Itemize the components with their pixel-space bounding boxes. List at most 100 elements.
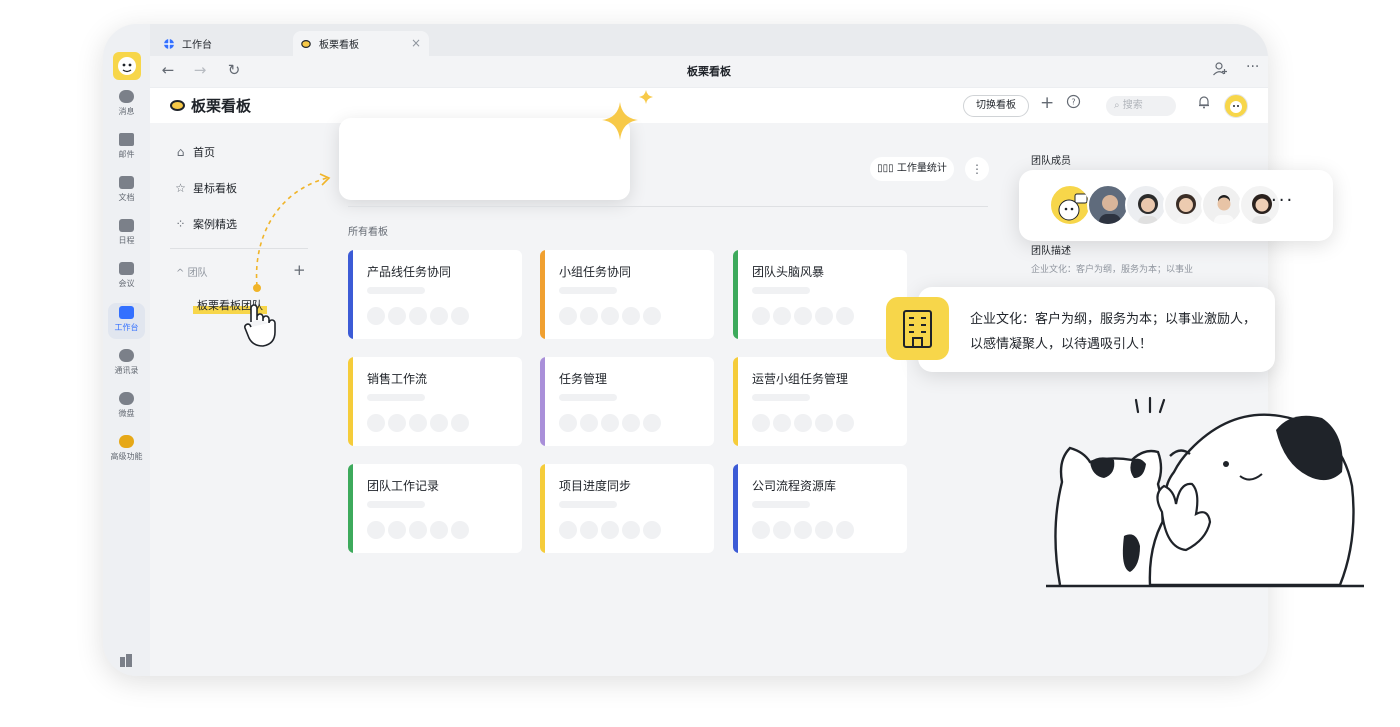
board-title: 产品线任务协同	[367, 265, 452, 279]
culture-card: 企业文化：客户为纲，服务为本；以事业激励人，以感情凝聚人，以待遇吸引人！	[918, 287, 1275, 372]
tab-board[interactable]: 板栗看板 ×	[293, 31, 429, 56]
board-color-bar	[733, 464, 738, 553]
placeholder-avatar	[559, 414, 577, 432]
workspace-icon	[119, 306, 134, 319]
workspace-icon	[164, 38, 174, 49]
chart-icon: ▯▯▯	[877, 163, 897, 174]
placeholder-avatar	[451, 414, 469, 432]
rail-item-meeting[interactable]: 会议	[103, 262, 150, 300]
rail-item-calendar[interactable]: 日程	[103, 219, 150, 257]
placeholder-avatar	[367, 521, 385, 539]
rail-item-workspace[interactable]: 工作台	[108, 303, 145, 339]
rail-label: 工作台	[114, 323, 139, 332]
rail-item-message[interactable]: 消息	[103, 90, 150, 128]
placeholder-avatar	[430, 307, 448, 325]
switch-board-button[interactable]: 切换看板	[963, 95, 1029, 117]
board-card[interactable]: 销售工作流	[348, 357, 522, 446]
search-input[interactable]: ⌕ 搜索	[1106, 96, 1176, 116]
placeholder-avatar	[409, 414, 427, 432]
board-card[interactable]: 产品线任务协同	[348, 250, 522, 339]
rail-item-docs[interactable]: 文档	[103, 176, 150, 214]
placeholder-avatar	[601, 307, 619, 325]
board-color-bar	[540, 464, 545, 553]
chevron-up-icon: ^	[176, 268, 188, 279]
board-title: 团队头脑风暴	[752, 265, 825, 279]
sidebar-item-cases[interactable]: ⁘ 案例精选	[174, 216, 237, 232]
board-color-bar	[540, 250, 545, 339]
avatar[interactable]	[1201, 184, 1243, 226]
rail-label: 微盘	[118, 409, 135, 418]
more-options-button[interactable]: ⋮	[965, 157, 989, 181]
board-card[interactable]: 公司流程资源库	[733, 464, 907, 553]
placeholder-avatar	[773, 521, 791, 539]
rail-item-premium[interactable]: 高级功能	[103, 435, 150, 473]
board-title: 销售工作流	[367, 372, 428, 386]
rail-item-contacts[interactable]: 通讯录	[103, 349, 150, 387]
placeholder-avatar	[752, 414, 770, 432]
more-icon[interactable]: ···	[1246, 59, 1259, 75]
placeholder-line	[752, 287, 810, 294]
placeholder-avatars	[367, 521, 472, 539]
sparkle-icon	[602, 90, 653, 140]
board-title: 公司流程资源库	[752, 479, 837, 493]
board-title: 小组任务协同	[559, 265, 632, 279]
placeholder-avatar	[622, 414, 640, 432]
placeholder-avatar	[580, 307, 598, 325]
placeholder-avatars	[559, 307, 664, 325]
avatar[interactable]	[1049, 184, 1091, 226]
sidebar-item-home[interactable]: ⌂ 首页	[174, 144, 215, 160]
add-icon[interactable]: +	[1040, 93, 1054, 113]
board-card[interactable]: 小组任务协同	[540, 250, 714, 339]
avatar[interactable]	[1125, 184, 1167, 226]
help-icon[interactable]: ?	[1066, 94, 1081, 113]
avatar[interactable]	[1163, 184, 1205, 226]
sidebar-item-starred[interactable]: ☆ 星标看板	[174, 180, 237, 196]
team-section-toggle[interactable]: ^ 团队	[176, 264, 208, 279]
add-member-icon[interactable]	[1212, 61, 1228, 81]
mail-icon	[119, 133, 134, 146]
close-icon[interactable]: ×	[411, 36, 421, 50]
dashed-arrow	[253, 173, 331, 292]
sidebar-item-label: 案例精选	[193, 218, 237, 231]
placeholder-avatar	[836, 414, 854, 432]
placeholder-avatar	[794, 307, 812, 325]
placeholder-line	[752, 394, 810, 401]
board-card[interactable]: 团队工作记录	[348, 464, 522, 553]
user-avatar[interactable]	[113, 52, 141, 80]
description-text: 企业文化：客户为纲，服务为本；以事业	[1031, 265, 1194, 275]
drive-icon	[119, 392, 134, 405]
board-card[interactable]: 运营小组任务管理	[733, 357, 907, 446]
divider	[348, 206, 988, 207]
more-members-icon[interactable]: ···	[1271, 190, 1294, 211]
bell-icon[interactable]	[1198, 95, 1210, 113]
meeting-icon	[119, 262, 134, 275]
placeholder-avatar	[601, 414, 619, 432]
avatar[interactable]	[1087, 184, 1129, 226]
placeholder-avatar	[752, 307, 770, 325]
placeholder-avatar	[580, 414, 598, 432]
docs-icon	[119, 176, 134, 189]
calendar-icon	[119, 219, 134, 232]
stats-label: 工作量统计	[896, 163, 947, 174]
board-card[interactable]: 项目进度同步	[540, 464, 714, 553]
board-card[interactable]: 团队头脑风暴	[733, 250, 907, 339]
building-icon[interactable]	[119, 652, 134, 667]
rail-item-drive[interactable]: 微盘	[103, 392, 150, 430]
placeholder-avatar	[815, 414, 833, 432]
board-color-bar	[540, 357, 545, 446]
placeholder-avatar	[794, 414, 812, 432]
workload-stats-button[interactable]: ▯▯▯ 工作量统计	[870, 157, 954, 181]
board-card[interactable]: 任务管理	[540, 357, 714, 446]
tab-workspace[interactable]: 工作台	[164, 31, 292, 56]
rail-label: 文档	[118, 193, 135, 202]
premium-icon	[119, 435, 134, 448]
board-color-bar	[733, 250, 738, 339]
section-title: 所有看板	[348, 227, 388, 238]
placeholder-avatars	[559, 414, 664, 432]
rail-label: 通讯录	[114, 366, 139, 375]
avatar[interactable]	[1224, 94, 1248, 118]
board-title: 团队工作记录	[367, 479, 440, 493]
rail-item-mail[interactable]: 邮件	[103, 133, 150, 171]
members-card: ···	[1019, 170, 1333, 241]
cat-dog-illustration	[1046, 396, 1364, 588]
